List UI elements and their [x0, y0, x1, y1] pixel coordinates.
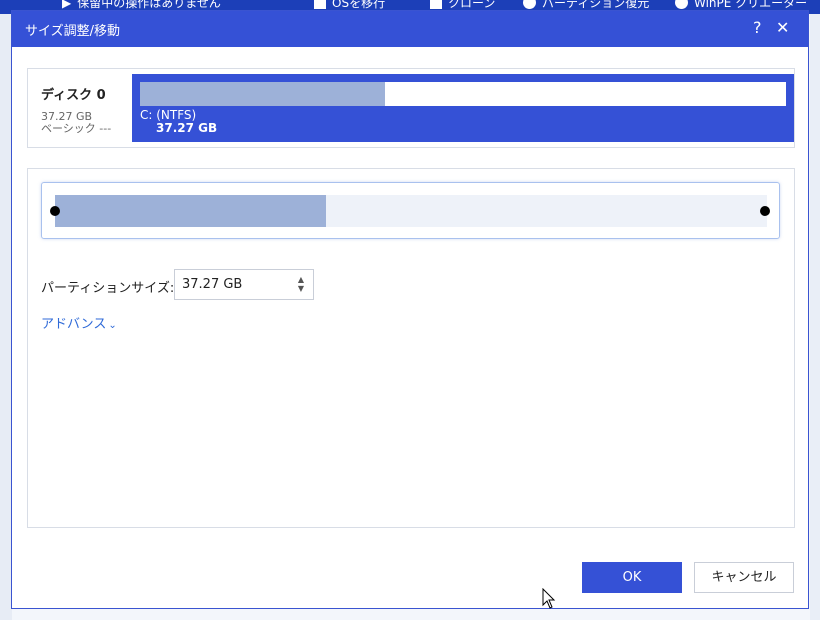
dialog-title: サイズ調整/移動 — [25, 24, 120, 39]
winpe-icon — [675, 0, 688, 9]
resize-slider[interactable] — [41, 182, 780, 239]
disk-map-panel: ディスク 0 37.27 GB ベーシック --- C: (NTFS) 37.2… — [27, 68, 795, 148]
resize-move-dialog: サイズ調整/移動 ? ✕ ディスク 0 37.27 GB ベーシック --- C… — [11, 10, 809, 609]
partition-usage-bar — [140, 82, 786, 106]
partition-size-stepper[interactable]: 37.27 GB ▲ ▼ — [174, 269, 314, 300]
help-button[interactable]: ? — [753, 18, 762, 37]
slider-track[interactable] — [55, 195, 767, 227]
advanced-toggle[interactable]: アドバンス ⌄ — [41, 313, 117, 332]
partition-usage-fill — [140, 82, 386, 106]
partition-block-c[interactable]: C: (NTFS) 37.27 GB — [132, 74, 794, 142]
advanced-label: アドバンス — [41, 317, 107, 332]
slider-used-fill — [55, 195, 326, 227]
mouse-cursor-icon — [542, 588, 556, 609]
dialog-titlebar[interactable]: サイズ調整/移動 ? ✕ — [12, 11, 808, 47]
resize-panel: パーティションサイズ: 37.27 GB ▲ ▼ アドバンス ⌄ — [27, 168, 795, 528]
disk-info: ディスク 0 37.27 GB ベーシック --- — [41, 84, 111, 135]
spin-down-icon[interactable]: ▼ — [295, 285, 307, 293]
partition-size-value[interactable]: 37.27 GB — [182, 277, 242, 292]
chevron-down-icon: ⌄ — [108, 320, 117, 331]
background-right-panel — [810, 14, 820, 620]
right-resize-handle[interactable] — [760, 206, 770, 216]
pie-icon — [523, 0, 536, 9]
disk-name: ディスク 0 — [41, 88, 106, 103]
disk-type: ベーシック --- — [41, 122, 112, 135]
clone-icon — [430, 0, 442, 9]
partition-label: C: (NTFS) — [140, 108, 197, 122]
cancel-button[interactable]: キャンセル — [694, 562, 794, 593]
partition-size: 37.27 GB — [156, 121, 218, 135]
windows-icon — [314, 0, 326, 9]
left-resize-handle[interactable] — [50, 206, 60, 216]
ok-button[interactable]: OK — [582, 562, 682, 593]
spin-up-icon[interactable]: ▲ — [295, 276, 307, 284]
partition-size-label: パーティションサイズ: — [41, 281, 175, 296]
play-icon: ▶ — [62, 0, 72, 10]
close-button[interactable]: ✕ — [776, 18, 789, 37]
